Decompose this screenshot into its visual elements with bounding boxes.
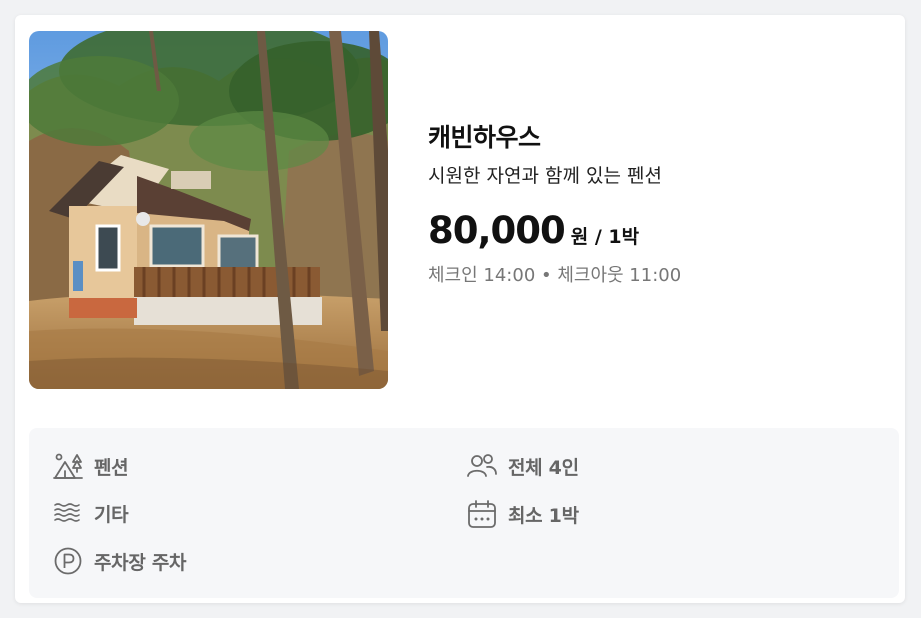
feature-parking-label: 주차장 주차 bbox=[94, 551, 187, 574]
cabin-photo[interactable] bbox=[29, 31, 388, 389]
listing-info: 캐빈하우스 시원한 자연과 함께 있는 펜션 80,000 원 / 1박 체크인… bbox=[428, 122, 888, 288]
listing-card: 캐빈하우스 시원한 자연과 함께 있는 펜션 80,000 원 / 1박 체크인… bbox=[15, 15, 905, 603]
waves-icon bbox=[54, 503, 80, 522]
feature-other: 기타 bbox=[53, 499, 129, 527]
feature-other-label: 기타 bbox=[94, 503, 129, 526]
feature-type: 펜션 bbox=[53, 452, 129, 480]
calendar-icon bbox=[468, 500, 496, 528]
cabin-photo-image bbox=[29, 31, 388, 389]
feature-type-label: 펜션 bbox=[94, 456, 129, 479]
camping-icon bbox=[53, 453, 83, 479]
price-amount: 80,000 bbox=[428, 209, 566, 252]
feature-parking: 주차장 주차 bbox=[53, 546, 187, 576]
feature-panel: 펜션 전체 4인 기타 최소 1박 주차장 주차 bbox=[29, 428, 899, 598]
feature-capacity-label: 전체 4인 bbox=[508, 456, 579, 479]
listing-subtitle: 시원한 자연과 함께 있는 펜션 bbox=[428, 165, 662, 187]
checkin-checkout-times: 체크인 14:00 • 체크아웃 11:00 bbox=[428, 265, 682, 286]
parking-icon bbox=[54, 547, 82, 575]
feature-capacity: 전체 4인 bbox=[467, 452, 579, 480]
people-icon bbox=[467, 454, 497, 477]
feature-min-stay: 최소 1박 bbox=[467, 499, 579, 529]
feature-min-stay-label: 최소 1박 bbox=[508, 504, 579, 527]
price-unit: 원 / 1박 bbox=[570, 226, 640, 248]
listing-title[interactable]: 캐빈하우스 bbox=[428, 122, 888, 154]
price-row: 80,000 원 / 1박 bbox=[428, 209, 888, 252]
